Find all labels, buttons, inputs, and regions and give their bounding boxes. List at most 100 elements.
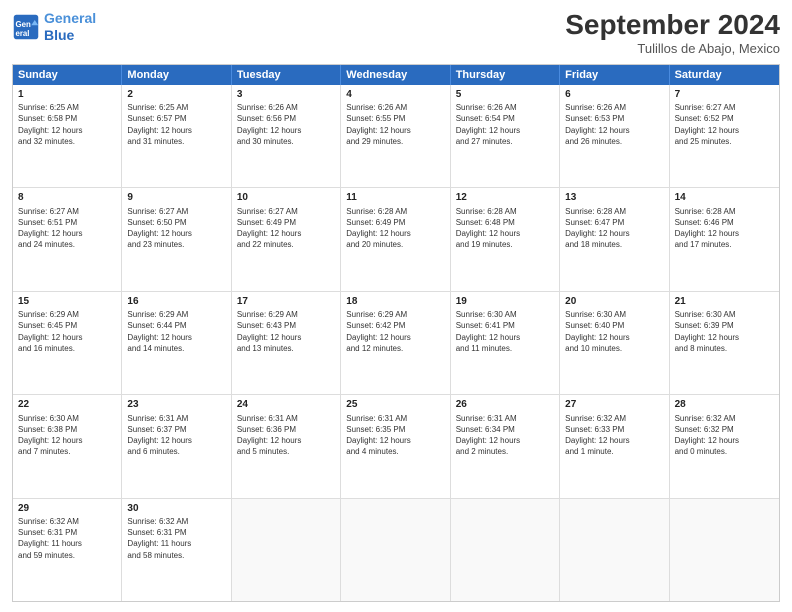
cell-w2-d5: 12Sunrise: 6:28 AMSunset: 6:48 PMDayligh… [451,188,560,290]
day-number: 28 [675,398,774,412]
cell-w4-d7: 28Sunrise: 6:32 AMSunset: 6:32 PMDayligh… [670,395,779,497]
day-number: 8 [18,191,116,205]
cell-w2-d6: 13Sunrise: 6:28 AMSunset: 6:47 PMDayligh… [560,188,669,290]
day-number: 22 [18,398,116,412]
cell-info: Sunrise: 6:29 AMSunset: 6:42 PMDaylight:… [346,309,444,354]
cell-w5-d4 [341,499,450,601]
header-friday: Friday [560,65,669,85]
day-number: 7 [675,88,774,102]
cell-info: Sunrise: 6:27 AMSunset: 6:50 PMDaylight:… [127,206,225,251]
cell-info: Sunrise: 6:29 AMSunset: 6:45 PMDaylight:… [18,309,116,354]
page: Gen eral General Blue September 2024 Tul… [0,0,792,612]
cell-w3-d2: 16Sunrise: 6:29 AMSunset: 6:44 PMDayligh… [122,292,231,394]
cell-w2-d4: 11Sunrise: 6:28 AMSunset: 6:49 PMDayligh… [341,188,450,290]
cell-w3-d7: 21Sunrise: 6:30 AMSunset: 6:39 PMDayligh… [670,292,779,394]
day-number: 23 [127,398,225,412]
cell-w1-d2: 2Sunrise: 6:25 AMSunset: 6:57 PMDaylight… [122,85,231,187]
cell-w4-d2: 23Sunrise: 6:31 AMSunset: 6:37 PMDayligh… [122,395,231,497]
cell-info: Sunrise: 6:28 AMSunset: 6:46 PMDaylight:… [675,206,774,251]
cell-info: Sunrise: 6:32 AMSunset: 6:31 PMDaylight:… [127,516,225,561]
cell-info: Sunrise: 6:31 AMSunset: 6:37 PMDaylight:… [127,413,225,458]
cell-info: Sunrise: 6:26 AMSunset: 6:53 PMDaylight:… [565,102,663,147]
cell-info: Sunrise: 6:26 AMSunset: 6:54 PMDaylight:… [456,102,554,147]
location: Tulillos de Abajo, Mexico [565,41,780,56]
cell-info: Sunrise: 6:26 AMSunset: 6:56 PMDaylight:… [237,102,335,147]
day-number: 17 [237,295,335,309]
cell-w2-d3: 10Sunrise: 6:27 AMSunset: 6:49 PMDayligh… [232,188,341,290]
cell-w5-d1: 29Sunrise: 6:32 AMSunset: 6:31 PMDayligh… [13,499,122,601]
header-monday: Monday [122,65,231,85]
cell-info: Sunrise: 6:27 AMSunset: 6:51 PMDaylight:… [18,206,116,251]
day-number: 26 [456,398,554,412]
day-number: 12 [456,191,554,205]
cell-info: Sunrise: 6:30 AMSunset: 6:38 PMDaylight:… [18,413,116,458]
cell-w5-d7 [670,499,779,601]
cell-w5-d2: 30Sunrise: 6:32 AMSunset: 6:31 PMDayligh… [122,499,231,601]
header-sunday: Sunday [13,65,122,85]
cell-info: Sunrise: 6:32 AMSunset: 6:33 PMDaylight:… [565,413,663,458]
calendar-body: 1Sunrise: 6:25 AMSunset: 6:58 PMDaylight… [13,85,779,601]
cell-info: Sunrise: 6:25 AMSunset: 6:57 PMDaylight:… [127,102,225,147]
cell-w4-d5: 26Sunrise: 6:31 AMSunset: 6:34 PMDayligh… [451,395,560,497]
day-number: 4 [346,88,444,102]
cell-info: Sunrise: 6:31 AMSunset: 6:36 PMDaylight:… [237,413,335,458]
day-number: 16 [127,295,225,309]
week-row-5: 29Sunrise: 6:32 AMSunset: 6:31 PMDayligh… [13,499,779,601]
cell-w3-d3: 17Sunrise: 6:29 AMSunset: 6:43 PMDayligh… [232,292,341,394]
logo-line1: General [44,10,96,26]
cell-info: Sunrise: 6:30 AMSunset: 6:39 PMDaylight:… [675,309,774,354]
header-wednesday: Wednesday [341,65,450,85]
cell-w5-d5 [451,499,560,601]
day-number: 30 [127,502,225,516]
cell-w1-d7: 7Sunrise: 6:27 AMSunset: 6:52 PMDaylight… [670,85,779,187]
header-saturday: Saturday [670,65,779,85]
day-number: 5 [456,88,554,102]
cell-info: Sunrise: 6:28 AMSunset: 6:49 PMDaylight:… [346,206,444,251]
cell-w1-d4: 4Sunrise: 6:26 AMSunset: 6:55 PMDaylight… [341,85,450,187]
cell-w3-d4: 18Sunrise: 6:29 AMSunset: 6:42 PMDayligh… [341,292,450,394]
week-row-1: 1Sunrise: 6:25 AMSunset: 6:58 PMDaylight… [13,85,779,188]
cell-info: Sunrise: 6:31 AMSunset: 6:35 PMDaylight:… [346,413,444,458]
logo-icon: Gen eral [12,13,40,41]
day-number: 15 [18,295,116,309]
cell-w1-d6: 6Sunrise: 6:26 AMSunset: 6:53 PMDaylight… [560,85,669,187]
day-number: 21 [675,295,774,309]
day-number: 27 [565,398,663,412]
day-number: 19 [456,295,554,309]
logo: Gen eral General Blue [12,10,96,44]
cell-info: Sunrise: 6:31 AMSunset: 6:34 PMDaylight:… [456,413,554,458]
cell-info: Sunrise: 6:26 AMSunset: 6:55 PMDaylight:… [346,102,444,147]
cell-w2-d2: 9Sunrise: 6:27 AMSunset: 6:50 PMDaylight… [122,188,231,290]
cell-w2-d7: 14Sunrise: 6:28 AMSunset: 6:46 PMDayligh… [670,188,779,290]
day-number: 10 [237,191,335,205]
header: Gen eral General Blue September 2024 Tul… [12,10,780,56]
day-number: 14 [675,191,774,205]
week-row-4: 22Sunrise: 6:30 AMSunset: 6:38 PMDayligh… [13,395,779,498]
day-number: 18 [346,295,444,309]
svg-text:eral: eral [16,29,30,38]
cell-info: Sunrise: 6:27 AMSunset: 6:49 PMDaylight:… [237,206,335,251]
calendar-header: Sunday Monday Tuesday Wednesday Thursday… [13,65,779,85]
cell-w4-d4: 25Sunrise: 6:31 AMSunset: 6:35 PMDayligh… [341,395,450,497]
day-number: 24 [237,398,335,412]
cell-w1-d3: 3Sunrise: 6:26 AMSunset: 6:56 PMDaylight… [232,85,341,187]
cell-info: Sunrise: 6:28 AMSunset: 6:48 PMDaylight:… [456,206,554,251]
header-tuesday: Tuesday [232,65,341,85]
cell-info: Sunrise: 6:30 AMSunset: 6:41 PMDaylight:… [456,309,554,354]
cell-info: Sunrise: 6:25 AMSunset: 6:58 PMDaylight:… [18,102,116,147]
cell-info: Sunrise: 6:32 AMSunset: 6:31 PMDaylight:… [18,516,116,561]
cell-info: Sunrise: 6:28 AMSunset: 6:47 PMDaylight:… [565,206,663,251]
logo-line2: Blue [44,27,74,43]
cell-info: Sunrise: 6:32 AMSunset: 6:32 PMDaylight:… [675,413,774,458]
cell-w4-d3: 24Sunrise: 6:31 AMSunset: 6:36 PMDayligh… [232,395,341,497]
day-number: 6 [565,88,663,102]
cell-w3-d5: 19Sunrise: 6:30 AMSunset: 6:41 PMDayligh… [451,292,560,394]
day-number: 1 [18,88,116,102]
day-number: 11 [346,191,444,205]
week-row-2: 8Sunrise: 6:27 AMSunset: 6:51 PMDaylight… [13,188,779,291]
cell-w3-d1: 15Sunrise: 6:29 AMSunset: 6:45 PMDayligh… [13,292,122,394]
week-row-3: 15Sunrise: 6:29 AMSunset: 6:45 PMDayligh… [13,292,779,395]
title-block: September 2024 Tulillos de Abajo, Mexico [565,10,780,56]
day-number: 2 [127,88,225,102]
day-number: 13 [565,191,663,205]
